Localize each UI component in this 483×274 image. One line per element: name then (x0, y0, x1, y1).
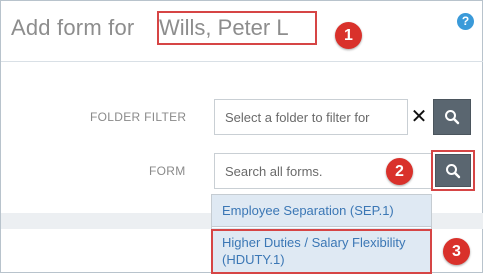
result-item-sep1[interactable]: Employee Separation (SEP.1) (212, 195, 431, 227)
form-label: FORM (149, 164, 186, 178)
header-divider (1, 61, 483, 62)
help-icon[interactable]: ? (457, 13, 474, 30)
result-item-highlight (211, 229, 432, 274)
callout-1: 1 (335, 22, 362, 49)
page-title: Add form for (11, 15, 135, 40)
employee-name-highlight (157, 11, 317, 45)
clear-icon[interactable]: ✕ (408, 99, 430, 135)
callout-3: 3 (443, 238, 470, 265)
folder-search-button[interactable] (433, 99, 471, 135)
add-form-dialog: Add form for Wills, Peter L 1 ? FOLDER F… (0, 0, 483, 274)
folder-filter-input[interactable] (214, 99, 408, 135)
search-icon (446, 163, 461, 178)
folder-filter-label: FOLDER FILTER (90, 110, 187, 124)
callout-2: 2 (386, 158, 413, 185)
form-search-button[interactable] (435, 154, 471, 187)
search-icon (445, 110, 460, 125)
